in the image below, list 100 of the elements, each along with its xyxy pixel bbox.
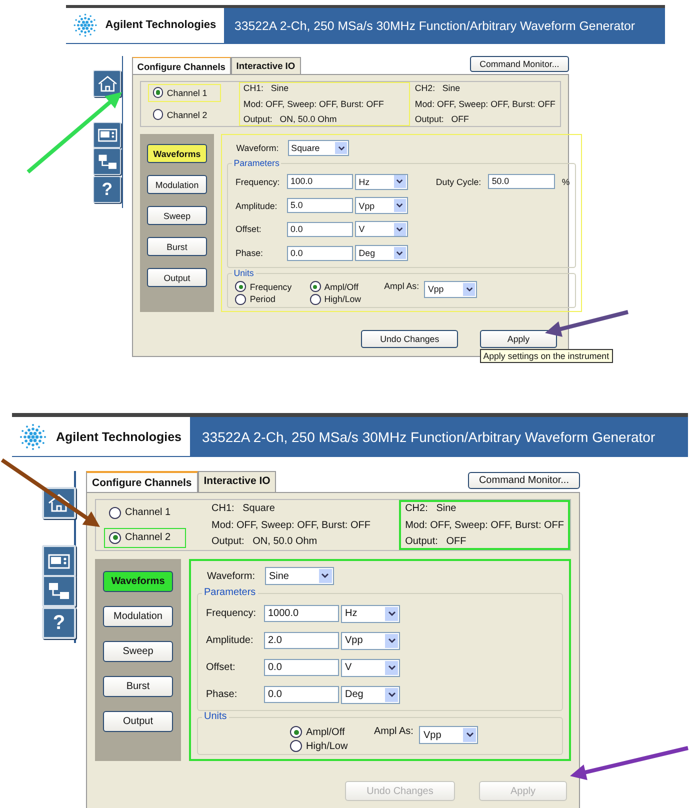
field-label: Ampl As: — [384, 281, 420, 292]
group-title: Parameters — [232, 158, 282, 168]
unit-radio[interactable]: Period — [235, 294, 310, 305]
unit-dropdown[interactable]: Vpp — [341, 632, 400, 650]
status-text: CH2: Sine — [414, 83, 462, 94]
value-field[interactable]: 0.0 — [286, 222, 354, 238]
starburst-logo-icon — [72, 12, 98, 39]
ampl-as-dropdown[interactable]: Vpp — [419, 726, 478, 744]
caret-icon — [394, 199, 406, 212]
field-label: Amplitude: — [206, 635, 254, 646]
section-button[interactable]: Modulation — [103, 606, 173, 628]
group-title: Units — [232, 268, 256, 278]
value-field[interactable]: 0.0 — [286, 246, 354, 261]
network-icon — [47, 581, 71, 602]
status-text: CH1: Square — [212, 503, 276, 514]
waveform-dropdown[interactable]: Sine — [264, 567, 334, 586]
field-label: Frequency: — [235, 176, 281, 187]
field-label: Amplitude: — [235, 200, 278, 211]
caret-icon — [463, 283, 475, 296]
sidebar-button[interactable] — [92, 148, 122, 175]
sidebar-button[interactable] — [42, 575, 76, 608]
sidebar-button[interactable] — [92, 70, 122, 97]
window-title: 33522A 2-Ch, 250 MSa/s 30MHz Function/Arbitrary Waveform Generator — [202, 429, 656, 446]
unit-dropdown[interactable]: Hz — [341, 604, 400, 623]
unit-dropdown[interactable]: Hz — [355, 174, 408, 190]
section-button[interactable]: Sweep — [147, 206, 207, 225]
caret-icon — [394, 175, 406, 188]
unit-dropdown[interactable]: Deg — [341, 686, 400, 704]
section-button[interactable]: Waveforms — [147, 144, 207, 164]
status-text: Output: ON, 50.0 Ohm — [243, 114, 338, 124]
ampl-as-dropdown[interactable]: Vpp — [424, 281, 477, 298]
unit-radio[interactable]: Frequency — [235, 281, 310, 292]
undo-changes-button[interactable]: Undo Changes — [360, 330, 458, 348]
value-field[interactable]: 2.0 — [264, 632, 339, 650]
brand-name: Agilent Technologies — [105, 19, 216, 32]
channel-radio[interactable]: Channel 1 — [148, 84, 221, 102]
sidebar-button[interactable] — [42, 545, 76, 578]
tab[interactable]: Configure Channels — [86, 471, 198, 492]
section-button[interactable]: Output — [147, 268, 207, 287]
sidebar-button[interactable] — [92, 122, 122, 148]
unit-dropdown[interactable]: Vpp — [355, 197, 408, 214]
network-icon — [96, 152, 118, 170]
unit-dropdown[interactable]: Deg — [355, 245, 408, 262]
value-field[interactable]: 0.0 — [264, 659, 339, 676]
status-text: Mod: OFF, Sweep: OFF, Burst: OFF — [405, 520, 564, 531]
unit-radio[interactable]: Ampl/Off — [290, 726, 374, 738]
unit-dropdown[interactable]: V — [355, 221, 408, 238]
unit-radio[interactable]: Ampl/Off — [310, 281, 384, 292]
field-label: Phase: — [206, 689, 238, 700]
value-field[interactable]: 1000.0 — [264, 605, 339, 622]
status-text: Mod: OFF, Sweep: OFF, Burst: OFF — [212, 520, 372, 531]
field-label: Ampl As: — [374, 726, 414, 738]
instrument-icon — [96, 126, 118, 144]
status-text: CH2: Sine — [405, 503, 458, 514]
status-text: Output: OFF — [405, 536, 468, 548]
tooltip: Apply settings on the instrument — [480, 349, 613, 364]
apply-button[interactable]: Apply — [480, 330, 558, 348]
unit-label: % — [562, 176, 570, 187]
tab[interactable]: Interactive IO — [198, 471, 276, 492]
waveform-dropdown[interactable]: Square — [288, 140, 349, 156]
status-text: Mod: OFF, Sweep: OFF, Burst: OFF — [414, 98, 556, 109]
channel-radio[interactable]: Channel 1 — [104, 502, 186, 523]
tab[interactable]: Interactive IO — [230, 57, 301, 74]
unit-dropdown[interactable]: V — [341, 658, 400, 677]
section-button[interactable]: Sweep — [103, 641, 173, 662]
unit-radio[interactable]: High/Low — [290, 740, 374, 752]
field-label: Offset: — [206, 662, 236, 674]
sidebar-button[interactable]: ? — [92, 176, 122, 204]
caret-icon — [385, 660, 398, 675]
field-label: Phase: — [235, 248, 264, 258]
caret-icon — [385, 634, 398, 648]
caret-icon — [385, 606, 398, 621]
caret-icon — [394, 247, 406, 260]
section-button[interactable]: Burst — [147, 237, 207, 256]
value-field[interactable]: 5.0 — [286, 198, 354, 214]
home-icon — [47, 493, 71, 514]
field-label: Offset: — [235, 224, 262, 234]
status-text: Output: OFF — [414, 114, 470, 124]
group-title: Units — [202, 711, 229, 722]
value-field[interactable]: 50.0 — [488, 174, 555, 190]
value-field[interactable]: 0.0 — [264, 686, 339, 704]
caret-icon — [385, 688, 398, 702]
tab[interactable]: Configure Channels — [132, 57, 231, 74]
command-monitor-button[interactable]: Command Monitor... — [468, 472, 580, 490]
window-title: 33522A 2-Ch, 250 MSa/s 30MHz Function/Arbitrary Waveform Generator — [234, 18, 636, 33]
section-button[interactable]: Output — [103, 711, 173, 732]
channel-radio[interactable]: Channel 2 — [148, 106, 221, 124]
field-label: Frequency: — [206, 608, 258, 620]
section-button[interactable]: Waveforms — [103, 571, 173, 592]
caret-icon — [318, 569, 332, 584]
section-button[interactable]: Burst — [103, 676, 173, 698]
status-text: Output: ON, 50.0 Ohm — [212, 536, 318, 548]
channel-radio[interactable]: Channel 2 — [104, 528, 186, 548]
sidebar-button[interactable]: ? — [42, 607, 76, 640]
section-button[interactable]: Modulation — [147, 175, 207, 194]
status-text: CH1: Sine — [243, 83, 290, 94]
unit-radio[interactable]: High/Low — [310, 294, 384, 305]
command-monitor-button[interactable]: Command Monitor... — [470, 56, 570, 72]
value-field[interactable]: 100.0 — [286, 174, 354, 190]
caret-icon — [394, 223, 406, 236]
